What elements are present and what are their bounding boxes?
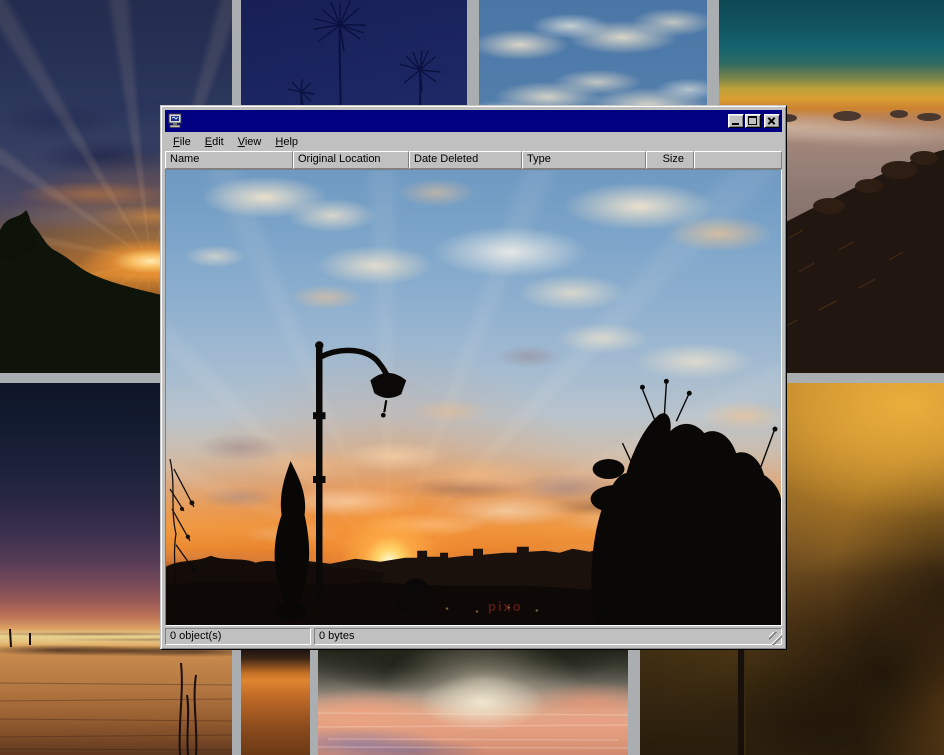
menu-view[interactable]: View [231, 134, 269, 150]
menu-help[interactable]: Help [268, 134, 305, 150]
photo-silhouettes [166, 170, 781, 626]
status-bytes: 0 bytes [314, 628, 782, 645]
maximize-icon [748, 116, 757, 125]
column-header-size[interactable]: Size [646, 151, 694, 169]
photo-watermark: pixo [488, 599, 523, 614]
menu-edit[interactable]: Edit [198, 134, 231, 150]
file-list-area[interactable]: pixo [165, 169, 782, 626]
column-header-filler [694, 151, 782, 169]
column-header-type[interactable]: Type [522, 151, 646, 169]
desktop: File Edit View Help Name Original Locati… [0, 0, 944, 755]
column-headers: Name Original Location Date Deleted Type… [165, 151, 782, 169]
status-bar: 0 object(s) 0 bytes [165, 628, 782, 645]
column-header-original-location[interactable]: Original Location [293, 151, 409, 169]
menu-file[interactable]: File [166, 134, 198, 150]
title-bar[interactable] [165, 110, 782, 132]
close-button[interactable] [764, 114, 780, 128]
maximize-button[interactable] [745, 114, 761, 128]
minimize-icon [732, 123, 739, 125]
sunset-streetlamp-photo: pixo [166, 170, 781, 625]
menu-bar: File Edit View Help [165, 132, 782, 151]
status-objects: 0 object(s) [165, 628, 311, 645]
resize-grip[interactable] [769, 632, 782, 645]
minimize-button[interactable] [728, 114, 744, 128]
column-header-date-deleted[interactable]: Date Deleted [409, 151, 522, 169]
recycle-bin-window: File Edit View Help Name Original Locati… [160, 105, 787, 650]
column-header-name[interactable]: Name [165, 151, 293, 169]
computer-icon [167, 113, 183, 129]
